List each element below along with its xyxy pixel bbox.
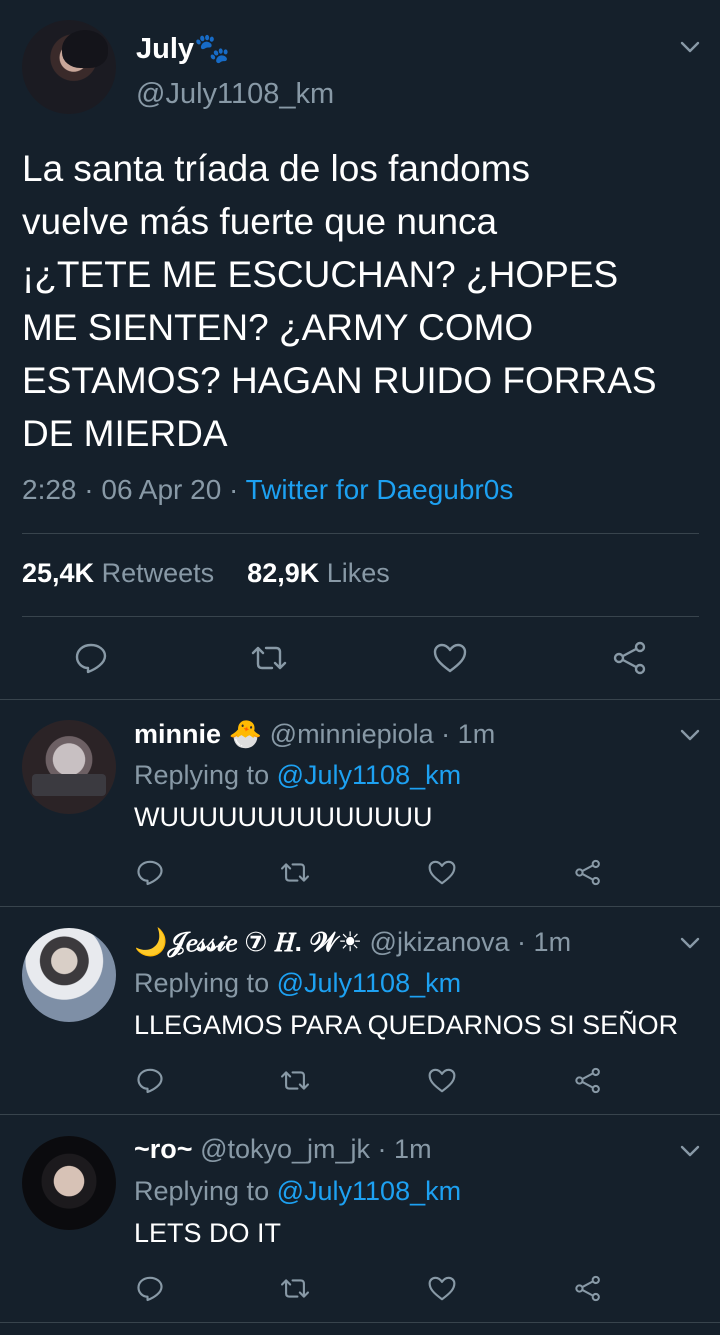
reply-display-name[interactable]: ~ro~	[134, 1134, 193, 1164]
reply-time: 1m	[457, 719, 496, 749]
like-button[interactable]	[424, 1062, 460, 1098]
share-icon	[575, 1067, 600, 1093]
reply-button[interactable]	[132, 1270, 168, 1306]
share-button[interactable]	[570, 1270, 606, 1306]
divider	[0, 1322, 720, 1323]
share-button[interactable]	[570, 1062, 606, 1098]
reply-icon	[75, 643, 107, 674]
like-button[interactable]	[424, 854, 460, 890]
like-icon	[428, 1276, 456, 1300]
divider	[0, 906, 720, 907]
tweet-text-line: La santa tríada de los fandoms	[22, 148, 531, 189]
retweets-count: 25,4K	[22, 558, 95, 588]
tweet-text-line: vuelve más fuerte que nunca	[22, 201, 498, 242]
chevron-down-icon[interactable]	[680, 1144, 700, 1158]
like-icon	[433, 643, 467, 673]
divider	[0, 1114, 720, 1115]
chevron-down-icon[interactable]	[680, 936, 700, 950]
reply-text: LLEGAMOS PARA QUEDARNOS SI SEÑOR	[134, 1010, 679, 1040]
tweet-text-line: ESTAMOS? HAGAN RUIDO FORRAS	[22, 360, 657, 401]
reply-icon	[137, 1276, 163, 1301]
reply-icon	[137, 860, 163, 885]
share-icon	[575, 859, 600, 885]
meta-separator: ·	[441, 719, 458, 749]
reply-display-name[interactable]: 🌙𝒥𝑒𝓈𝓈𝒾𝑒 ⑦ 𝐻. 𝒲☀	[134, 927, 362, 957]
retweet-icon	[280, 1278, 310, 1298]
reply-button[interactable]	[132, 1062, 168, 1098]
retweet-button[interactable]	[276, 854, 314, 890]
replying-label: Replying to	[134, 760, 270, 790]
replying-to-link[interactable]: @July1108_km	[277, 1176, 462, 1206]
replying-to: Replying to @July1108_km	[134, 760, 461, 791]
reply-time: 1m	[533, 927, 572, 957]
reply-handle[interactable]: @jkizanova	[370, 927, 510, 957]
tweet-text: La santa tríada de los fandoms vuelve má…	[22, 142, 702, 460]
meta-separator: ·	[517, 927, 534, 957]
like-button[interactable]	[424, 1270, 460, 1306]
retweet-icon	[280, 862, 310, 882]
tweet-time: 2:28	[22, 474, 77, 505]
reply-time: 1m	[394, 1134, 432, 1164]
tweet-source-link[interactable]: Twitter for Daegubr0s	[246, 474, 514, 505]
reply-display-name[interactable]: minnie 🐣	[134, 719, 262, 749]
author-display-name[interactable]: July🐾	[136, 32, 230, 66]
chevron-down-icon[interactable]	[680, 728, 700, 742]
meta-separator: ·	[377, 1134, 395, 1164]
retweet-icon	[251, 646, 287, 670]
share-button[interactable]	[570, 854, 606, 890]
reply-handle[interactable]: @minniepiola	[270, 719, 434, 749]
replying-label: Replying to	[134, 1176, 270, 1206]
divider	[22, 616, 699, 617]
divider	[22, 533, 699, 534]
replying-label: Replying to	[134, 968, 270, 998]
retweet-button[interactable]	[246, 638, 292, 678]
likes-stat[interactable]: 82,9K Likes	[247, 558, 390, 588]
reply-text: LETS DO IT	[134, 1218, 282, 1248]
reply-header: minnie 🐣 @minniepiola · 1m	[134, 718, 495, 750]
retweets-label: Retweets	[101, 558, 215, 588]
main-tweet: July🐾 @July1108_km La santa tríada de lo…	[0, 0, 720, 700]
tweet-stats: 25,4K Retweets 82,9K Likes	[22, 558, 390, 589]
avatar[interactable]	[22, 1136, 116, 1230]
reply-tweet[interactable]: 🌙𝒥𝑒𝓈𝓈𝒾𝑒 ⑦ 𝐻. 𝒲☀ @jkizanova · 1m Replying…	[0, 908, 720, 1115]
retweet-button[interactable]	[276, 1270, 314, 1306]
reply-icon	[137, 1068, 163, 1093]
reply-header: 🌙𝒥𝑒𝓈𝓈𝒾𝑒 ⑦ 𝐻. 𝒲☀ @jkizanova · 1m	[134, 926, 571, 959]
reply-button[interactable]	[70, 638, 112, 678]
reply-handle[interactable]: @tokyo_jm_jk	[200, 1134, 370, 1164]
like-icon	[428, 860, 456, 884]
reply-tweet[interactable]: minnie 🐣 @minniepiola · 1m Replying to @…	[0, 700, 720, 907]
retweets-stat[interactable]: 25,4K Retweets	[22, 558, 214, 588]
tweet-text-line: DE MIERDA	[22, 413, 228, 454]
reply-tweet[interactable]: ~ro~ @tokyo_jm_jk · 1m Replying to @July…	[0, 1116, 720, 1323]
replying-to-link[interactable]: @July1108_km	[277, 968, 462, 998]
share-icon	[613, 641, 646, 675]
avatar[interactable]	[22, 928, 116, 1022]
tweet-text-line: ¡¿TETE ME ESCUCHAN? ¿HOPES	[22, 254, 619, 295]
meta-separator: ·	[229, 474, 246, 505]
replying-to-link[interactable]: @July1108_km	[277, 760, 462, 790]
retweet-button[interactable]	[276, 1062, 314, 1098]
reply-text: WUUUUUUUUUUUUUU	[134, 802, 433, 832]
reply-button[interactable]	[132, 854, 168, 890]
meta-separator: ·	[84, 474, 102, 505]
avatar[interactable]	[22, 20, 116, 114]
chevron-down-icon[interactable]	[680, 40, 700, 54]
tweet-date: 06 Apr 20	[101, 474, 222, 505]
likes-label: Likes	[326, 558, 390, 588]
author-handle[interactable]: @July1108_km	[136, 78, 334, 111]
tweet-meta: 2:28 · 06 Apr 20 · Twitter for Daegubr0s	[22, 474, 513, 506]
retweet-icon	[280, 1070, 310, 1090]
tweet-text-line: ME SIENTEN? ¿ARMY COMO	[22, 307, 534, 348]
share-icon	[575, 1275, 600, 1301]
avatar[interactable]	[22, 720, 116, 814]
replying-to: Replying to @July1108_km	[134, 1176, 461, 1207]
share-button[interactable]	[610, 638, 650, 678]
like-icon	[428, 1068, 456, 1092]
reply-header: ~ro~ @tokyo_jm_jk · 1m	[134, 1134, 432, 1165]
replying-to: Replying to @July1108_km	[134, 968, 461, 999]
like-button[interactable]	[430, 638, 470, 678]
likes-count: 82,9K	[247, 558, 320, 588]
